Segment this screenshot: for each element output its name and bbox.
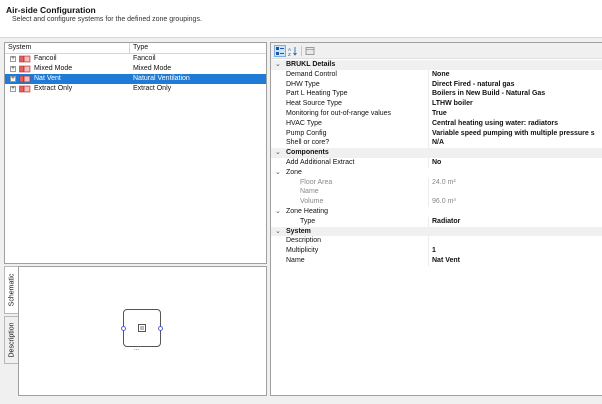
system-icon bbox=[19, 75, 31, 83]
tab-label: Description bbox=[8, 322, 15, 358]
property-row[interactable]: Part L Heating Type Boilers in New Build… bbox=[271, 89, 602, 100]
tree-row-nat-vent[interactable]: + Nat Vent Natural Ventilation bbox=[5, 74, 266, 84]
property-row[interactable]: Monitoring for out-of-range values True bbox=[271, 108, 602, 119]
system-icon bbox=[19, 85, 31, 93]
property-list: ⌄ BRUKL Details Demand Control None DHW … bbox=[271, 60, 602, 266]
column-header-system[interactable]: System bbox=[8, 44, 31, 51]
header: Air-side Configuration Select and config… bbox=[0, 0, 602, 38]
tab-description[interactable]: Description bbox=[4, 316, 19, 364]
radiator-icon bbox=[138, 324, 146, 332]
category-system[interactable]: ⌄ System bbox=[271, 226, 602, 237]
expand-icon[interactable]: + bbox=[10, 66, 16, 72]
property-row[interactable]: DHW Type Direct Fired - natural gas bbox=[271, 79, 602, 90]
tree-item-type: Fancoil bbox=[133, 55, 156, 62]
expand-icon[interactable]: + bbox=[10, 56, 16, 62]
tab-schematic[interactable]: Schematic bbox=[4, 266, 19, 314]
system-tree[interactable]: System Type + Fancoil Fancoil + Mixed Mo… bbox=[4, 42, 267, 264]
property-row: Name bbox=[271, 187, 602, 198]
property-row[interactable]: Description bbox=[271, 236, 602, 247]
tree-row-extract-only[interactable]: + Extract Only Extract Only bbox=[5, 84, 266, 94]
side-tabs: Schematic Description bbox=[4, 266, 19, 396]
schematic-canvas[interactable]: ... bbox=[18, 266, 267, 396]
collapse-chevron-icon[interactable]: ⌄ bbox=[275, 227, 281, 235]
category-brukl-details[interactable]: ⌄ BRUKL Details bbox=[271, 60, 602, 70]
expand-icon[interactable]: + bbox=[10, 86, 16, 92]
schematic-zone-node[interactable]: ... bbox=[121, 309, 163, 352]
column-header-type[interactable]: Type bbox=[133, 44, 148, 51]
collapse-chevron-icon[interactable]: ⌄ bbox=[275, 207, 281, 215]
tree-item-name: Nat Vent bbox=[34, 75, 61, 82]
property-row[interactable]: Add Additional Extract No bbox=[271, 157, 602, 168]
tree-row-mixed-mode[interactable]: + Mixed Mode Mixed Mode bbox=[5, 64, 266, 74]
node-label: ... bbox=[134, 346, 140, 352]
property-row[interactable]: Heat Source Type LTHW boiler bbox=[271, 99, 602, 109]
alphabetical-view-button[interactable]: A Z bbox=[287, 45, 299, 57]
categorized-icon bbox=[276, 47, 284, 55]
property-pages-button[interactable] bbox=[304, 45, 316, 57]
collapse-chevron-icon[interactable]: ⌄ bbox=[275, 60, 281, 68]
svg-text:Z: Z bbox=[288, 52, 291, 56]
tab-label: Schematic bbox=[8, 273, 16, 307]
property-row[interactable]: Name Nat Vent bbox=[271, 255, 602, 266]
sort-az-icon: A Z bbox=[288, 47, 297, 57]
property-row[interactable]: Shell or core? N/A bbox=[271, 138, 602, 149]
expand-icon[interactable]: + bbox=[10, 76, 16, 82]
system-icon bbox=[19, 55, 31, 63]
property-row[interactable]: Multiplicity 1 bbox=[271, 246, 602, 256]
collapse-chevron-icon[interactable]: ⌄ bbox=[275, 168, 281, 176]
property-row: Floor Area 24.0 m² bbox=[300, 177, 456, 188]
tree-item-type: Natural Ventilation bbox=[133, 75, 190, 82]
toolbar-separator bbox=[301, 46, 302, 56]
column-separator[interactable] bbox=[129, 43, 130, 53]
property-row[interactable]: Demand Control None bbox=[271, 69, 602, 80]
tree-item-name: Mixed Mode bbox=[34, 65, 73, 72]
port-icon[interactable] bbox=[121, 326, 126, 331]
category-components[interactable]: ⌄ Components bbox=[271, 148, 602, 158]
tree-item-name: Fancoil bbox=[34, 55, 57, 62]
tree-header: System Type bbox=[5, 43, 266, 54]
property-pages-icon bbox=[305, 47, 315, 55]
property-toolbar: A Z bbox=[271, 43, 602, 59]
property-group-zone-heating[interactable]: ⌄ Zone Heating bbox=[271, 207, 602, 217]
property-group-zone[interactable]: ⌄ Zone bbox=[271, 168, 602, 178]
page-subtitle: Select and configure systems for the def… bbox=[12, 16, 202, 23]
page-title: Air-side Configuration bbox=[6, 5, 96, 15]
tree-item-type: Mixed Mode bbox=[133, 65, 172, 72]
categorized-view-button[interactable] bbox=[274, 45, 286, 57]
tree-row-fancoil[interactable]: + Fancoil Fancoil bbox=[5, 54, 266, 64]
port-icon[interactable] bbox=[158, 326, 163, 331]
tree-item-type: Extract Only bbox=[133, 85, 172, 92]
collapse-chevron-icon[interactable]: ⌄ bbox=[275, 148, 281, 156]
property-row: Volume 96.0 m³ bbox=[300, 197, 456, 207]
property-row[interactable]: Pump Config Variable speed pumping with … bbox=[271, 128, 602, 139]
system-icon bbox=[19, 65, 31, 73]
tree-item-name: Extract Only bbox=[34, 85, 73, 92]
property-grid[interactable]: A Z ⌄ BRUKL Details Demand Control None … bbox=[270, 42, 602, 396]
property-row[interactable]: HVAC Type Central heating using water: r… bbox=[271, 118, 602, 129]
property-row[interactable]: Type Radiator bbox=[271, 216, 602, 227]
